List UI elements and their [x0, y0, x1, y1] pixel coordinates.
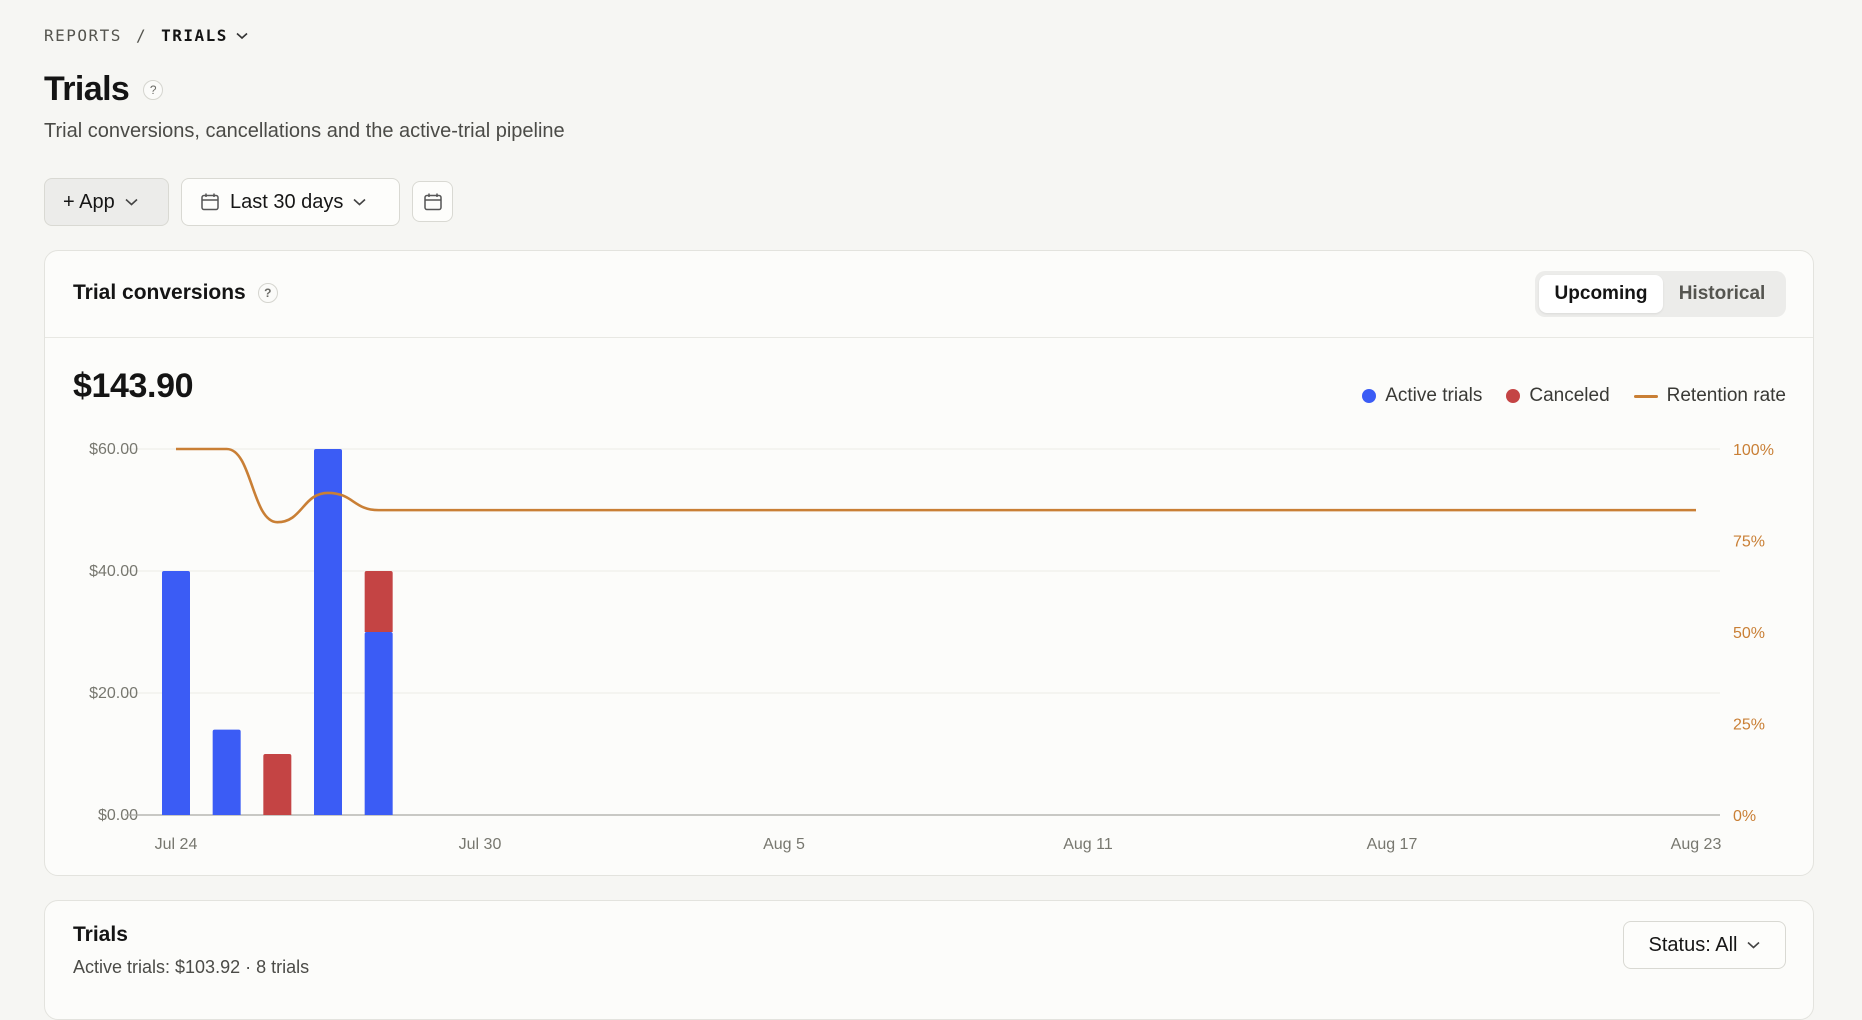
page-title: Trials	[44, 70, 130, 108]
x-axis-tick-label: Jul 30	[459, 836, 502, 853]
calendar-icon	[423, 193, 442, 210]
status-filter-select[interactable]: Status: All	[1623, 921, 1786, 969]
y-axis-tick-label: $20.00	[89, 685, 138, 702]
breadcrumb-current-label: TRIALS	[161, 26, 228, 45]
chevron-down-icon	[125, 198, 138, 206]
bar-active-trials	[314, 449, 342, 815]
calendar-button[interactable]	[412, 181, 453, 222]
breadcrumb-reports[interactable]: REPORTS	[44, 26, 122, 45]
x-axis-tick-label: Aug 17	[1367, 836, 1418, 853]
y-axis-tick-label: $40.00	[89, 563, 138, 580]
date-range-select[interactable]: Last 30 days	[181, 178, 400, 226]
help-icon[interactable]: ?	[143, 79, 164, 100]
breadcrumb: REPORTS / TRIALS	[44, 26, 248, 45]
x-axis-tick-label: Aug 11	[1063, 836, 1113, 853]
retention-rate-line	[175, 447, 1696, 524]
trial-conversions-card: Trial conversions ? Upcoming Historical …	[44, 250, 1814, 876]
bar-active-trials	[364, 632, 393, 815]
page-header: Trials ?	[44, 70, 164, 109]
chevron-down-icon	[1747, 941, 1761, 949]
x-axis-tick-label: Aug 5	[763, 836, 805, 853]
chevron-down-icon	[236, 32, 248, 39]
page-subtitle: Trial conversions, cancellations and the…	[44, 120, 565, 142]
y2-axis-tick-label: 0%	[1733, 808, 1756, 825]
date-range-label: Last 30 days	[230, 190, 344, 213]
trials-summary: Active trials: $103.92 · 8 trials	[73, 957, 310, 977]
y2-axis-tick-label: 75%	[1733, 534, 1765, 551]
add-app-button[interactable]: + App	[44, 178, 169, 226]
y2-axis-tick-label: 100%	[1733, 442, 1774, 459]
y2-axis-tick-label: 50%	[1733, 625, 1765, 642]
y-axis-tick-label: $60.00	[89, 441, 138, 458]
trial-conversions-chart: $0.00$20.00$40.00$60.000%25%50%75%100%Ju…	[89, 441, 1774, 853]
breadcrumb-separator: /	[135, 26, 148, 45]
status-filter-label: Status: All	[1648, 933, 1738, 956]
toolbar: + App Last 30 days	[44, 178, 453, 226]
trials-card: Trials Active trials: $103.92 · 8 trials…	[44, 900, 1814, 1020]
x-axis-tick-label: Jul 24	[155, 836, 198, 853]
trials-title: Trials	[73, 923, 128, 946]
chevron-down-icon	[353, 198, 366, 206]
bar-canceled	[364, 571, 393, 632]
x-axis-tick-label: Aug 23	[1671, 836, 1722, 853]
bar-active-trials	[212, 729, 241, 815]
add-app-label: + App	[63, 190, 115, 213]
breadcrumb-current-dropdown[interactable]: TRIALS	[161, 26, 248, 45]
bar-canceled	[263, 754, 292, 815]
calendar-icon	[201, 193, 219, 211]
y2-axis-tick-label: 25%	[1733, 717, 1765, 734]
bar-active-trials	[162, 571, 190, 815]
